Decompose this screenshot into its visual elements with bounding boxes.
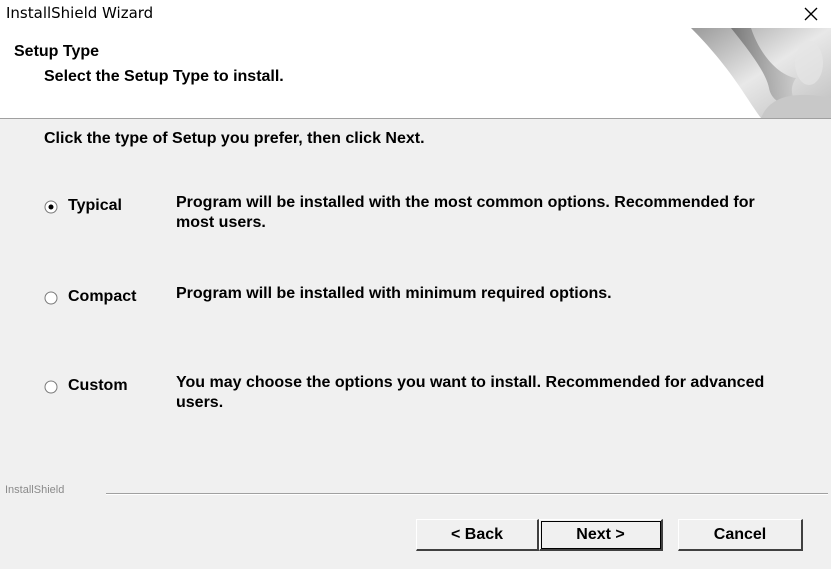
close-button[interactable] (791, 0, 831, 28)
installshield-brand-label: InstallShield (5, 484, 65, 496)
wizard-header: Setup Type Select the Setup Type to inst… (0, 28, 831, 119)
page-subtitle: Select the Setup Type to install. (44, 68, 284, 85)
page-title: Setup Type (14, 43, 100, 60)
option-description: You may choose the options you want to i… (176, 374, 765, 411)
title-bar: InstallShield Wizard (0, 0, 831, 28)
setup-prompt: Click the type of Setup you prefer, then… (44, 130, 425, 147)
radio-custom[interactable] (44, 380, 58, 394)
cancel-button[interactable]: Cancel (678, 519, 803, 551)
option-description: Program will be installed with the most … (176, 194, 755, 231)
radio-compact[interactable] (44, 291, 58, 305)
back-button[interactable]: < Back (416, 519, 539, 551)
window-title: InstallShield Wizard (6, 4, 154, 22)
close-icon (804, 7, 818, 21)
radio-typical[interactable] (44, 200, 58, 214)
option-description: Program will be installed with minimum r… (176, 285, 612, 302)
footer-separator (106, 493, 828, 495)
next-button[interactable]: Next > (539, 519, 663, 551)
option-label[interactable]: Compact (68, 288, 136, 306)
option-label[interactable]: Custom (68, 377, 128, 395)
installshield-logo-graphic (691, 28, 831, 118)
option-label[interactable]: Typical (68, 197, 122, 215)
